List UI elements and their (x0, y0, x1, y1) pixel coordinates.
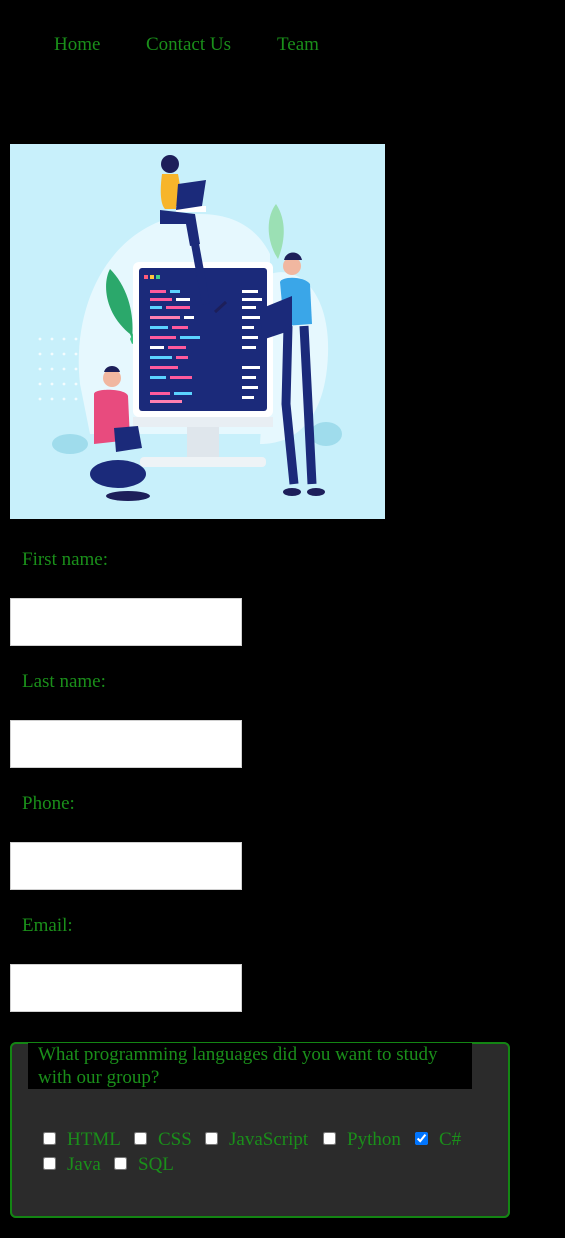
javascript-checkbox[interactable] (205, 1132, 218, 1145)
html-option-label: HTML (67, 1129, 121, 1150)
csharp-checkbox[interactable] (415, 1132, 428, 1145)
python-checkbox[interactable] (323, 1132, 336, 1145)
hero-illustration (10, 144, 385, 519)
email-label: Email: (22, 915, 73, 936)
first-name-input[interactable] (10, 598, 242, 646)
first-name-label: First name: (22, 549, 109, 570)
css-checkbox[interactable] (134, 1132, 147, 1145)
last-name-input[interactable] (10, 720, 242, 768)
nav-link-team[interactable]: Team (277, 34, 319, 56)
phone-input[interactable] (10, 842, 242, 890)
last-name-label: Last name: (22, 671, 106, 692)
java-option-label: Java (67, 1154, 101, 1175)
email-input[interactable] (10, 964, 242, 1012)
phone-label: Phone: (22, 793, 75, 814)
css-option-label: CSS (158, 1129, 192, 1150)
java-checkbox[interactable] (43, 1157, 56, 1170)
csharp-option-label: C# (439, 1129, 462, 1150)
languages-legend: What programming languages did you want … (28, 1043, 472, 1089)
javascript-option-label: JavaScript (229, 1129, 309, 1150)
python-option-label: Python (347, 1129, 401, 1150)
html-checkbox[interactable] (43, 1132, 56, 1145)
sql-checkbox[interactable] (114, 1157, 127, 1170)
nav-link-contact-us[interactable]: Contact Us (146, 34, 231, 56)
nav-link-home[interactable]: Home (54, 34, 100, 56)
sql-option-label: SQL (138, 1154, 174, 1175)
